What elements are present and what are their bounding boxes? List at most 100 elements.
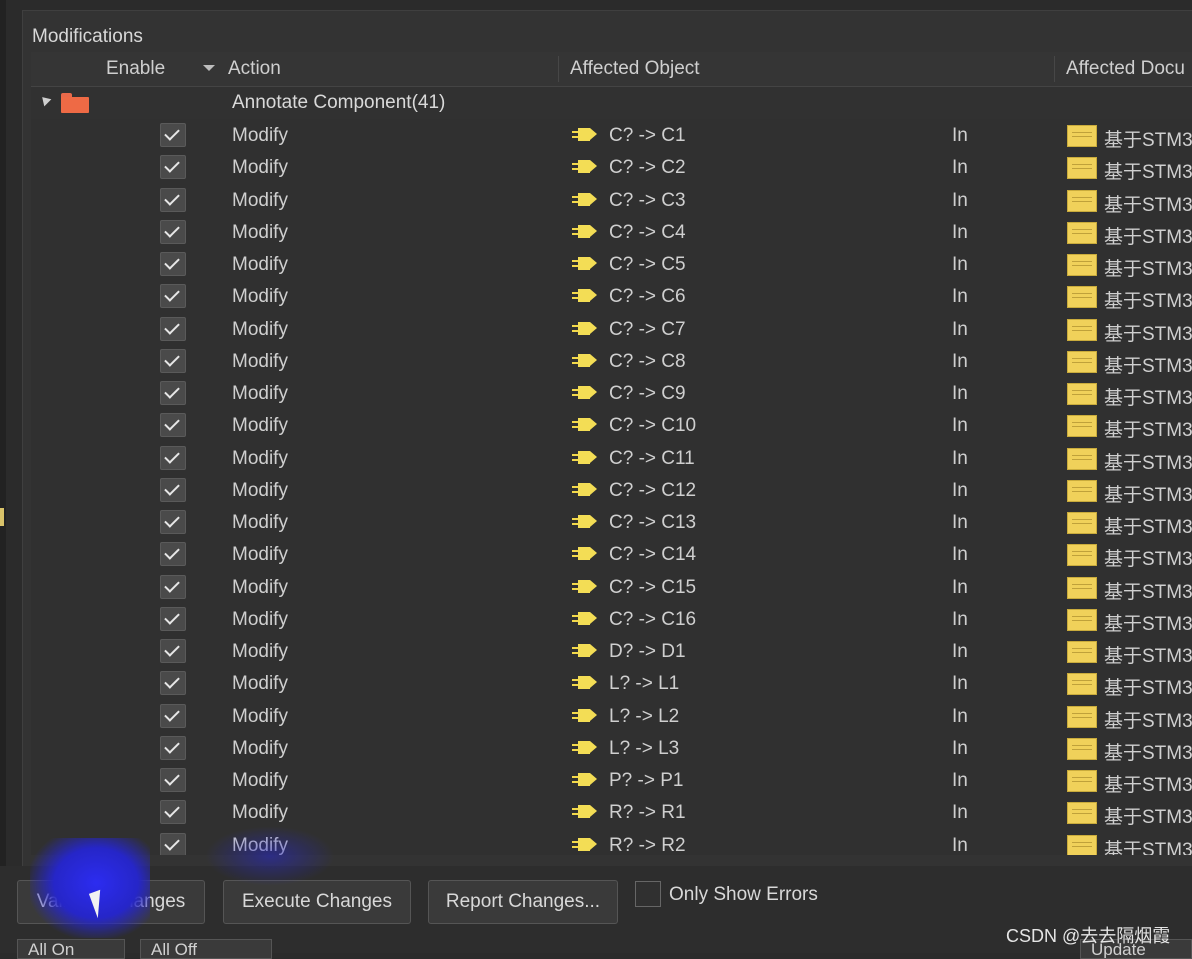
direction-cell: In <box>952 447 968 469</box>
affected-document-cell: 基于STM3 <box>1104 646 1192 667</box>
enable-checkbox[interactable] <box>160 477 186 502</box>
enable-checkbox[interactable] <box>160 187 186 212</box>
table-row[interactable]: Modify C? -> C2 In 基于STM3 <box>31 151 1192 183</box>
enable-checkbox[interactable] <box>160 123 186 147</box>
direction-cell: In <box>952 415 968 437</box>
enable-checkbox[interactable] <box>160 768 186 792</box>
enable-checkbox[interactable] <box>160 832 186 855</box>
table-row[interactable]: Modify C? -> C12 In 基于STM3 <box>31 474 1192 506</box>
enable-checkbox[interactable] <box>160 574 186 599</box>
affected-object-cell: C? -> C1 <box>609 125 686 146</box>
table-row[interactable]: Modify C? -> C16 In 基于STM3 <box>31 603 1192 635</box>
enable-checkbox[interactable] <box>160 381 186 405</box>
affected-object-cell: C? -> C6 <box>609 286 686 308</box>
column-affected-document[interactable]: Affected Docu <box>1066 58 1185 80</box>
direction-cell: In <box>952 608 968 630</box>
affected-document-cell: 基于STM3 <box>1104 355 1192 377</box>
table-row[interactable]: Modify L? -> L2 In 基于STM3 <box>31 700 1192 732</box>
enable-checkbox[interactable] <box>160 284 186 309</box>
execute-changes-button[interactable]: Execute Changes <box>223 880 411 924</box>
all-off-button[interactable]: All Off <box>140 939 272 959</box>
table-row[interactable]: Modify C? -> C3 In 基于STM3 <box>31 184 1192 216</box>
column-affected-object[interactable]: Affected Object <box>570 58 700 80</box>
column-enable[interactable]: Enable <box>106 58 165 80</box>
sort-desc-icon[interactable] <box>203 65 215 71</box>
grid-header: Enable Action Affected Object Affected D… <box>31 52 1192 87</box>
schematic-document-icon <box>1067 608 1097 631</box>
table-row[interactable]: Modify C? -> C9 In 基于STM3 <box>31 377 1192 409</box>
only-show-errors-checkbox[interactable] <box>635 881 661 907</box>
table-row[interactable]: Modify C? -> C11 In 基于STM3 <box>31 442 1192 474</box>
enable-checkbox[interactable] <box>160 316 186 341</box>
affected-document-cell: 基于STM3 <box>1104 517 1192 538</box>
all-on-button[interactable]: All On <box>17 939 125 959</box>
enable-checkbox[interactable] <box>160 219 186 244</box>
table-row[interactable]: Modify C? -> C14 In 基于STM3 <box>31 538 1192 570</box>
column-separator[interactable] <box>558 56 559 82</box>
direction-cell: In <box>952 673 968 695</box>
component-icon <box>572 482 598 497</box>
report-changes-button[interactable]: Report Changes... <box>428 880 618 924</box>
table-row[interactable]: Modify C? -> C4 In 基于STM3 <box>31 216 1192 248</box>
enable-checkbox[interactable] <box>160 413 186 438</box>
enable-checkbox[interactable] <box>160 252 186 276</box>
enable-checkbox[interactable] <box>160 800 186 825</box>
schematic-document-icon <box>1067 641 1097 663</box>
component-icon <box>572 644 598 658</box>
table-row[interactable]: Modify C? -> C7 In 基于STM3 <box>31 313 1192 345</box>
table-row[interactable]: Modify D? -> D1 In 基于STM3 <box>31 635 1192 667</box>
enable-checkbox[interactable] <box>160 542 186 567</box>
direction-cell: In <box>952 383 968 404</box>
schematic-document-icon <box>1067 479 1097 502</box>
affected-object-cell: C? -> C7 <box>609 318 686 340</box>
column-action[interactable]: Action <box>228 58 281 80</box>
table-row[interactable]: Modify C? -> C10 In 基于STM3 <box>31 409 1192 441</box>
table-row[interactable]: Modify C? -> C6 In 基于STM3 <box>31 280 1192 312</box>
component-icon <box>572 224 598 239</box>
table-row[interactable]: Modify C? -> C1 In 基于STM3 <box>31 119 1192 151</box>
component-icon <box>572 353 598 368</box>
action-cell: Modify <box>232 125 288 146</box>
direction-cell: In <box>952 221 968 243</box>
affected-document-cell: 基于STM3 <box>1104 420 1192 442</box>
enable-checkbox[interactable] <box>160 703 186 728</box>
table-row[interactable]: Modify R? -> R1 In 基于STM3 <box>31 796 1192 828</box>
affected-document-cell: 基于STM3 <box>1104 388 1192 409</box>
direction-cell: In <box>952 802 968 824</box>
enable-checkbox[interactable] <box>160 445 186 470</box>
direction-cell: In <box>952 641 968 662</box>
enable-checkbox[interactable] <box>160 510 186 534</box>
table-row[interactable]: Modify L? -> L3 In 基于STM3 <box>31 732 1192 764</box>
action-cell: Modify <box>232 350 288 372</box>
table-row[interactable]: Modify C? -> C8 In 基于STM3 <box>31 345 1192 377</box>
enable-checkbox[interactable] <box>160 155 186 180</box>
action-cell: Modify <box>232 641 288 662</box>
table-row[interactable]: Modify C? -> C5 In 基于STM3 <box>31 248 1192 280</box>
affected-document-cell: 基于STM3 <box>1104 194 1192 216</box>
schematic-document-icon <box>1067 544 1097 567</box>
table-row[interactable]: Modify C? -> C15 In 基于STM3 <box>31 571 1192 603</box>
only-show-errors-label: Only Show Errors <box>669 884 818 905</box>
affected-object-cell: C? -> C12 <box>609 479 697 501</box>
column-separator[interactable] <box>1054 56 1055 82</box>
table-row[interactable]: Modify L? -> L1 In 基于STM3 <box>31 667 1192 699</box>
group-label: Annotate Component(41) <box>232 92 446 113</box>
table-row[interactable]: Modify P? -> P1 In 基于STM3 <box>31 764 1192 796</box>
modifications-grid[interactable]: Enable Action Affected Object Affected D… <box>31 52 1192 855</box>
direction-cell: In <box>952 770 968 791</box>
watermark: CSDN @去去隔烟霞 <box>1006 926 1171 946</box>
edge-marker <box>0 508 4 526</box>
enable-checkbox[interactable] <box>160 348 186 373</box>
enable-checkbox[interactable] <box>160 606 186 631</box>
affected-object-cell: L? -> L1 <box>609 673 680 695</box>
collapse-arrow-icon[interactable] <box>38 93 52 107</box>
action-cell: Modify <box>232 254 288 275</box>
enable-checkbox[interactable] <box>160 639 186 663</box>
enable-checkbox[interactable] <box>160 735 186 760</box>
component-icon <box>572 418 598 432</box>
enable-checkbox[interactable] <box>160 671 186 696</box>
schematic-document-icon <box>1067 221 1097 244</box>
group-row-annotate-component[interactable]: Annotate Component(41) <box>31 87 1192 119</box>
affected-document-cell: 基于STM3 <box>1104 162 1192 184</box>
table-row[interactable]: Modify C? -> C13 In 基于STM3 <box>31 506 1192 538</box>
